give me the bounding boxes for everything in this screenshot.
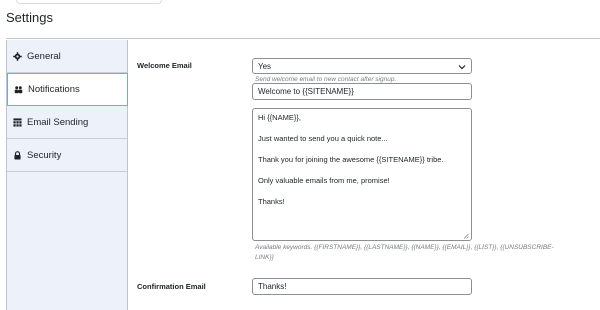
body-line: Hi {{NAME}}, <box>258 113 301 122</box>
keywords-hint-line-2: LINK}} <box>255 254 274 261</box>
top-panel-edge <box>16 0 162 4</box>
sidebar-item-label: Email Sending <box>27 116 89 128</box>
body-line: Thanks! <box>258 197 285 206</box>
sidebar-item-general[interactable]: General <box>7 40 127 73</box>
group-icon <box>14 85 23 94</box>
sidebar-item-label: General <box>27 50 61 62</box>
welcome-email-subject-field[interactable]: Welcome to {{SITENAME}} <box>252 83 472 100</box>
body-line: Just wanted to send you a quick note... <box>258 134 388 143</box>
settings-sidebar: General Notifications Email Sending Secu… <box>6 40 128 310</box>
welcome-email-select-value: Yes <box>258 62 272 71</box>
table-icon <box>13 117 22 127</box>
sidebar-item-label: Security <box>27 149 62 161</box>
sidebar-item-notifications[interactable]: Notifications <box>7 73 128 106</box>
confirmation-email-label: Confirmation Email <box>137 282 206 291</box>
welcome-email-label: Welcome Email <box>137 61 192 70</box>
body-line: Thank you for joining the awesome {{SITE… <box>258 155 444 164</box>
sidebar-item-security[interactable]: Security <box>7 139 127 172</box>
keywords-hint: Available keywords. {{FIRSTNAME}}, {{LAS… <box>255 243 554 263</box>
resize-grip-icon[interactable] <box>463 232 469 239</box>
welcome-email-subject-value: Welcome to {{SITENAME}} <box>258 87 354 96</box>
lock-icon <box>13 150 22 160</box>
welcome-email-select[interactable]: Yes <box>252 58 472 74</box>
sidebar-item-email-sending[interactable]: Email Sending <box>7 106 127 139</box>
gear-icon <box>13 51 22 61</box>
keywords-hint-line-1: Available keywords. {{FIRSTNAME}}, {{LAS… <box>255 244 554 251</box>
welcome-email-body-field[interactable]: Hi {{NAME}}, Just wanted to send you a q… <box>252 108 472 241</box>
confirmation-email-subject-value: Thanks! <box>258 282 287 291</box>
confirmation-email-subject-field[interactable]: Thanks! <box>252 278 472 295</box>
chevron-down-icon <box>458 63 466 71</box>
page-title: Settings <box>6 10 53 25</box>
sidebar-item-label: Notifications <box>28 84 80 95</box>
body-line: Only valuable emails from me, promise! <box>258 176 390 185</box>
